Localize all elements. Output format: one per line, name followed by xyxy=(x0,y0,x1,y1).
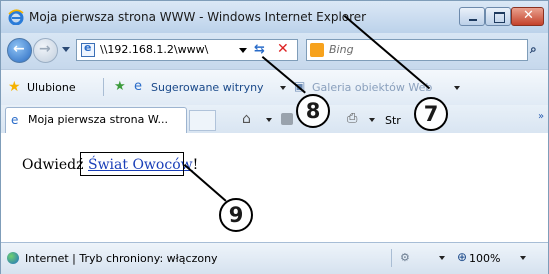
refresh-icon[interactable]: ⇆ xyxy=(254,42,265,57)
minimize-button[interactable] xyxy=(459,7,485,26)
back-button[interactable]: ← xyxy=(7,38,32,63)
ie-logo-icon xyxy=(8,9,24,25)
web-slice-gallery-button[interactable]: Galeria obiektów Web xyxy=(312,81,432,94)
status-bar: Internet | Tryb chroniony: włączony ⚙ ⊕ … xyxy=(1,242,548,274)
tab-active[interactable]: e Moja pierwsza strona W... xyxy=(5,107,187,133)
new-tab-button[interactable] xyxy=(189,110,216,131)
address-input[interactable]: \\192.168.1.2\www\ xyxy=(100,43,208,56)
back-arrow-icon: ← xyxy=(13,41,25,57)
close-button[interactable]: ✕ xyxy=(511,7,544,26)
add-to-favorites-icon[interactable]: ★ xyxy=(114,79,126,94)
maximize-icon xyxy=(494,12,505,23)
title-bar: Moja pierwsza strona WWW - Windows Inter… xyxy=(1,1,548,33)
more-commands-icon[interactable]: » xyxy=(538,111,544,122)
forward-arrow-icon: → xyxy=(39,41,51,57)
ie-page-icon: e xyxy=(134,79,142,94)
home-icon[interactable]: ⌂ xyxy=(242,111,251,127)
ie-page-icon: e xyxy=(11,113,19,127)
minimize-icon xyxy=(469,19,477,21)
separator xyxy=(391,249,392,267)
forward-button[interactable]: → xyxy=(33,38,58,63)
close-icon: ✕ xyxy=(523,8,534,23)
protected-mode-icon[interactable]: ⚙ xyxy=(400,251,410,264)
suggested-sites-button[interactable]: Sugerowane witryny xyxy=(151,81,264,94)
feeds-icon[interactable] xyxy=(281,113,293,125)
page-menu-button[interactable]: Str xyxy=(385,114,401,127)
favorites-bar: ★ Ulubione ★ e Sugerowane witryny ▣ Gale… xyxy=(1,69,548,106)
page-content: Odwiedź Świat Owoców! xyxy=(1,133,548,242)
tab-bar: e Moja pierwsza strona W... ⌂ ⎙ Str » xyxy=(1,105,548,134)
page-icon xyxy=(81,41,95,57)
separator xyxy=(103,78,104,96)
link-highlight-box xyxy=(80,152,184,176)
recent-pages-dropdown[interactable] xyxy=(62,47,70,52)
tab-title: Moja pierwsza strona W... xyxy=(28,113,168,126)
bing-icon xyxy=(310,43,324,57)
ie-window: Moja pierwsza strona WWW - Windows Inter… xyxy=(0,0,549,274)
callout-9-badge: 9 xyxy=(219,198,253,232)
chevron-down-icon[interactable] xyxy=(280,86,286,90)
print-icon[interactable]: ⎙ xyxy=(347,111,357,126)
visit-prefix: Odwiedź xyxy=(22,157,88,173)
zoom-icon: ⊕ xyxy=(457,250,468,264)
maximize-button[interactable] xyxy=(485,7,511,26)
navigation-bar: ← → \\192.168.1.2\www\ ⇆ ✕ Bing ⌕ xyxy=(1,33,548,69)
search-input[interactable]: Bing xyxy=(329,43,354,56)
globe-icon xyxy=(7,252,19,264)
chevron-down-icon[interactable] xyxy=(454,86,460,90)
search-icon[interactable]: ⌕ xyxy=(530,42,537,57)
chevron-down-icon[interactable] xyxy=(369,118,375,122)
zoom-level[interactable]: 100% xyxy=(469,252,500,265)
callout-8-badge: 8 xyxy=(296,94,330,128)
callout-7-badge: 7 xyxy=(414,97,448,131)
favorites-button[interactable]: Ulubione xyxy=(27,81,76,94)
stop-icon[interactable]: ✕ xyxy=(277,41,289,57)
search-box[interactable]: Bing xyxy=(306,39,528,61)
window-title: Moja pierwsza strona WWW - Windows Inter… xyxy=(29,10,367,24)
chevron-down-icon[interactable] xyxy=(439,256,445,260)
chevron-down-icon[interactable] xyxy=(520,256,526,260)
security-zone-text: Internet | Tryb chroniony: włączony xyxy=(25,252,218,265)
chevron-down-icon[interactable] xyxy=(266,118,272,122)
address-dropdown-icon[interactable] xyxy=(239,48,247,53)
favorites-star-icon: ★ xyxy=(8,79,21,95)
